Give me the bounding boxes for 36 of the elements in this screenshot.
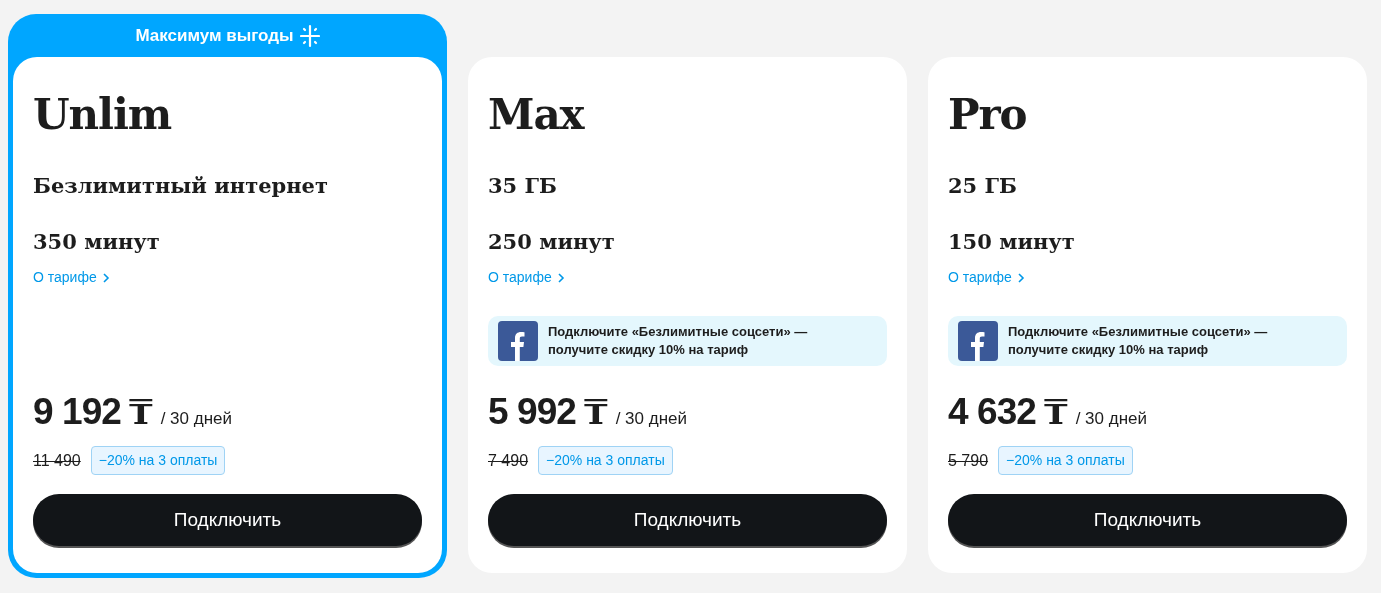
connect-button[interactable]: Подключить: [488, 494, 887, 546]
chevron-right-icon: [1015, 271, 1026, 284]
price: 9 192: [33, 390, 121, 434]
price-period: / 30 дней: [160, 408, 232, 430]
facebook-icon: [958, 321, 998, 361]
old-price: 5 790: [948, 450, 989, 471]
plan-feature: 350 минут: [33, 228, 161, 256]
discount-badge: −20% на 3 оплаты: [998, 446, 1133, 475]
facebook-icon: [498, 321, 538, 361]
chevron-right-icon: [100, 271, 111, 284]
plan-feature: Безлимитный интернет: [33, 172, 329, 200]
currency-sign: ₸: [1043, 391, 1068, 434]
chevron-right-icon: [555, 271, 566, 284]
currency-sign: ₸: [128, 391, 153, 434]
price: 5 992: [488, 390, 576, 434]
old-price: 11 490: [33, 450, 81, 471]
discount-badge: −20% на 3 оплаты: [90, 446, 226, 475]
promo-text: Подключите «Безлимитные соцсети» — получите скидку 10% на тариф: [548, 323, 809, 359]
plan-feature: 150 минут: [948, 228, 1076, 256]
old-price: 7 490: [488, 450, 529, 471]
plan-feature: 25 ГБ: [948, 172, 1018, 200]
promo-text: Подключите «Безлимитные соцсети» — получите скидку 10% на тариф: [1008, 323, 1269, 359]
plan-feature: 250 минут: [488, 228, 616, 256]
discount-badge: −20% на 3 оплаты: [538, 446, 673, 475]
connect-button[interactable]: Подключить: [33, 494, 422, 546]
plan-name: Unlim: [33, 89, 173, 141]
plan-name: Max: [488, 89, 586, 141]
badge-label: Максимум выгоды: [135, 24, 294, 47]
price-period: / 30 дней: [1075, 408, 1147, 430]
connect-button[interactable]: Подключить: [948, 494, 1347, 546]
sparkle-icon: [299, 23, 320, 48]
price: 4 632: [948, 390, 1036, 434]
plan-name: Pro: [948, 89, 1028, 141]
currency-sign: ₸: [583, 391, 608, 434]
price-period: / 30 дней: [615, 408, 687, 430]
plan-feature: 35 ГБ: [488, 172, 558, 200]
